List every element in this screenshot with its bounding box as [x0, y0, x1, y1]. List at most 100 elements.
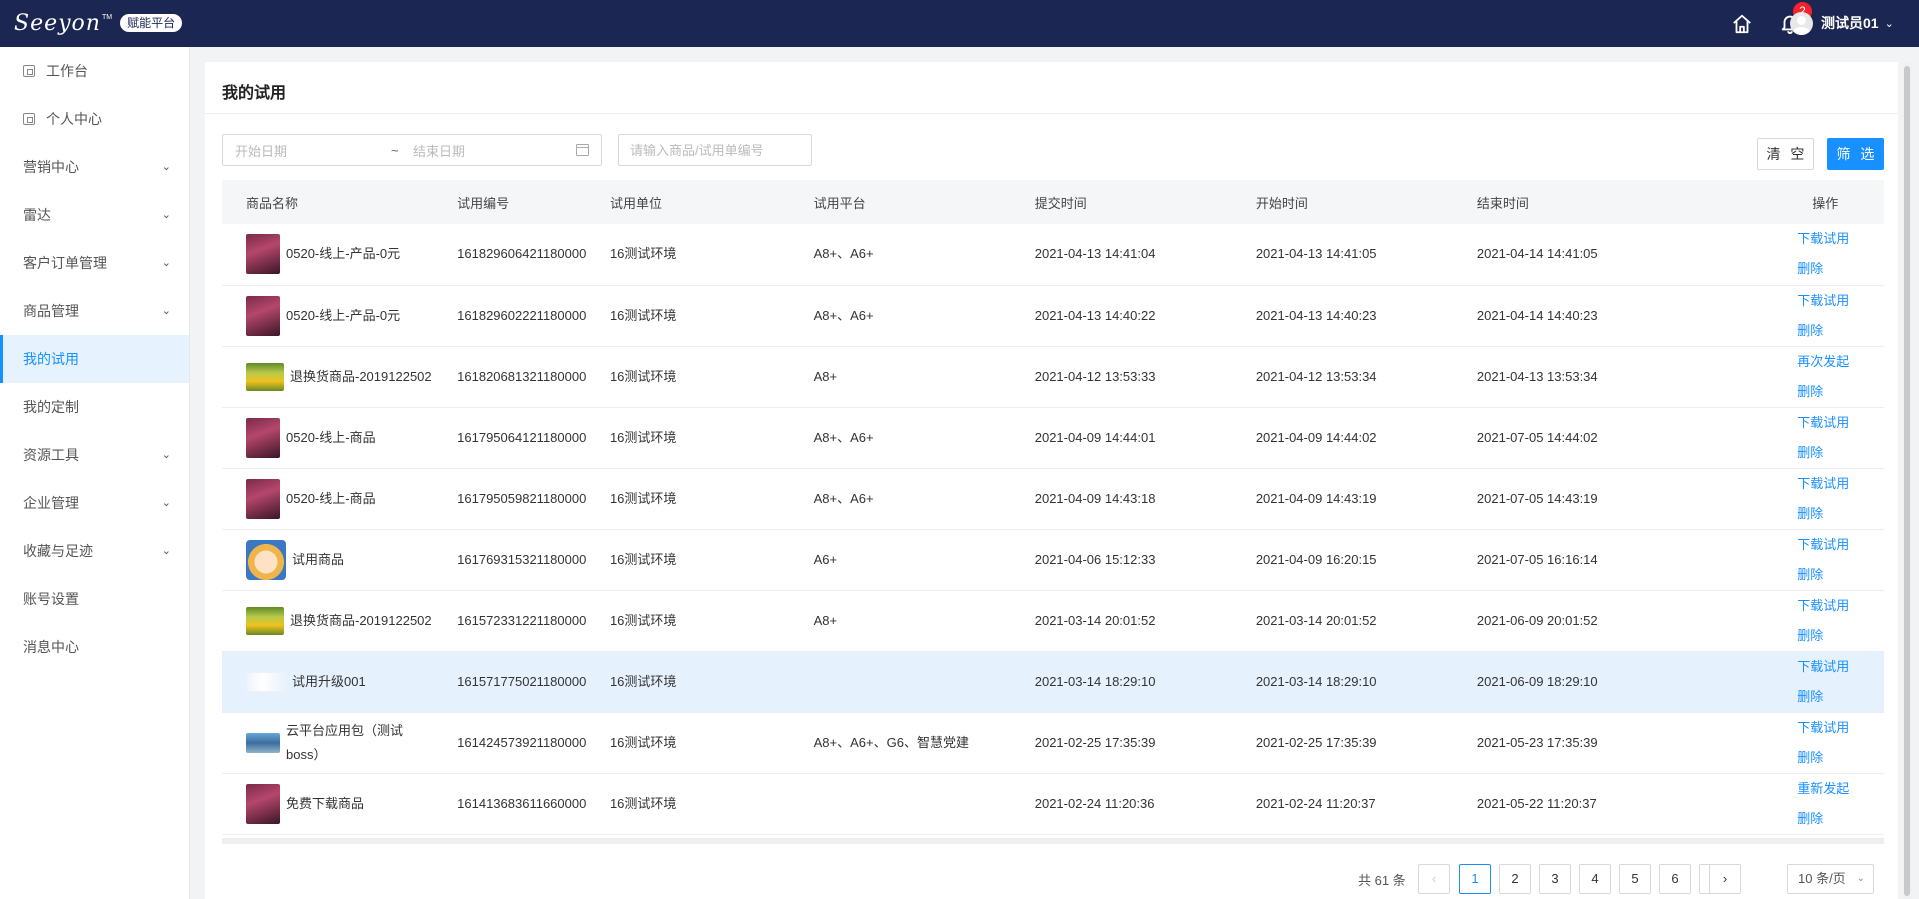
- table-row[interactable]: 0520-线上-产品-0元 161829606421180000 16测试环境 A8+…: [222, 224, 1884, 285]
- table-row[interactable]: 0520-线上-商品 161795064121180000 16测试环境 A8+、A6…: [222, 407, 1884, 468]
- primary-action-link[interactable]: 下载试用: [1797, 652, 1884, 682]
- sidebar-item[interactable]: 我的定制: [0, 383, 189, 431]
- product-cell: 试用升级001: [222, 651, 433, 712]
- sidebar-item[interactable]: 个人中心: [0, 95, 189, 143]
- prev-page-button[interactable]: ‹: [1418, 864, 1450, 894]
- actions-cell: 下载试用 删除: [1788, 712, 1884, 773]
- product-cell: 退换货商品-2019122502: [222, 590, 433, 651]
- page-number-button[interactable]: 6: [1659, 864, 1691, 894]
- brand[interactable]: Seeyon TM 赋能平台: [14, 10, 183, 36]
- product-info: 0520-线上-产品-0元: [246, 295, 433, 336]
- delete-link[interactable]: 删除: [1797, 316, 1884, 346]
- page-number-button[interactable]: 5: [1619, 864, 1651, 894]
- sidebar: 工作台 个人中心 营销中心 ⌄ 雷达 ⌄ 客户订单管理 ⌄ 商品管理 ⌄ 我的试用 我的定制 资源工具 ⌄…: [0, 47, 190, 899]
- primary-action-link[interactable]: 重新发起: [1797, 774, 1884, 804]
- primary-action-link[interactable]: 下载试用: [1797, 469, 1884, 499]
- logo-trademark: TM: [101, 13, 113, 21]
- product-cell: 0520-线上-产品-0元: [222, 224, 433, 285]
- end-time: 2021-07-05 14:43:19: [1476, 490, 1598, 506]
- product-cell: 0520-线上-商品: [222, 468, 433, 529]
- search-input[interactable]: [618, 134, 812, 166]
- table-header: 商品名称 试用编号 试用单位 试用平台 提交时间 开始时间 结束时间 操作: [222, 180, 1884, 224]
- page-number-button[interactable]: 3: [1539, 864, 1571, 894]
- chevron-down-icon: ⌄: [161, 545, 171, 557]
- column-header: 商品名称: [246, 195, 299, 211]
- sidebar-item[interactable]: 收藏与足迹 ⌄: [0, 527, 189, 575]
- table-row[interactable]: 退换货商品-2019122502 161572331221180000 16测试环境…: [222, 590, 1884, 651]
- primary-action-link[interactable]: 下载试用: [1797, 530, 1884, 560]
- start-time: 2021-02-25 17:35:39: [1255, 734, 1377, 750]
- delete-link[interactable]: 删除: [1797, 743, 1884, 773]
- scrollbar-thumb[interactable]: [1904, 66, 1910, 896]
- submit-time: 2021-04-13 14:40:22: [1034, 307, 1156, 323]
- trial-platform: A8+、A6+: [813, 429, 874, 445]
- submit-time: 2021-04-09 14:44:01: [1034, 429, 1156, 445]
- table-scroll-track[interactable]: [222, 838, 1884, 844]
- table-row[interactable]: 试用商品 161769315321180000 16测试环境 A6+ 2021-04-0…: [222, 529, 1884, 590]
- product-name: 0520-线上-产品-0元: [286, 246, 401, 262]
- table-row[interactable]: 试用升级001 161571775021180000 16测试环境 2021-03-1…: [222, 651, 1884, 712]
- chevron-down-icon: ⌄: [1884, 17, 1894, 30]
- home-icon[interactable]: [1731, 13, 1753, 35]
- delete-link[interactable]: 删除: [1797, 804, 1884, 834]
- table-row[interactable]: 免费下载商品 161413683611660000 16测试环境 2021-02-24…: [222, 773, 1884, 834]
- trial-id: 161413683611660000: [457, 795, 587, 811]
- next-page-button[interactable]: ›: [1709, 864, 1741, 894]
- calendar-icon: [576, 144, 589, 156]
- delete-link[interactable]: 删除: [1797, 499, 1884, 529]
- table-row[interactable]: 0520-线上-产品-0元 161829602221180000 16测试环境 A8+…: [222, 285, 1884, 346]
- primary-action-link[interactable]: 下载试用: [1797, 591, 1884, 621]
- sidebar-item[interactable]: 工作台: [0, 47, 189, 95]
- product-info: 0520-线上-商品: [246, 478, 433, 519]
- sidebar-item[interactable]: 我的试用: [0, 335, 189, 383]
- table-row[interactable]: 云平台应用包（测试boss） 161424573921180000 16测试环境 A8…: [222, 712, 1884, 773]
- product-name: 试用升级001: [292, 673, 366, 689]
- product-name: 0520-线上-产品-0元: [286, 307, 401, 323]
- column-header: 操作: [1812, 195, 1839, 211]
- clear-button[interactable]: 清 空: [1757, 138, 1814, 170]
- sidebar-item[interactable]: 营销中心 ⌄: [0, 143, 189, 191]
- product-info: 试用商品: [246, 539, 433, 580]
- sidebar-item-label: 商品管理: [23, 303, 79, 319]
- sidebar-item[interactable]: 消息中心: [0, 623, 189, 671]
- trial-unit: 16测试环境: [609, 612, 677, 628]
- sidebar-item[interactable]: 账号设置: [0, 575, 189, 623]
- sidebar-item[interactable]: 雷达 ⌄: [0, 191, 189, 239]
- delete-link[interactable]: 删除: [1797, 254, 1884, 284]
- delete-link[interactable]: 删除: [1797, 377, 1884, 407]
- delete-link[interactable]: 删除: [1797, 621, 1884, 651]
- delete-link[interactable]: 删除: [1797, 560, 1884, 590]
- start-time: 2021-02-24 11:20:37: [1255, 795, 1376, 811]
- product-info: 试用升级001: [246, 670, 433, 694]
- sidebar-item[interactable]: 资源工具 ⌄: [0, 431, 189, 479]
- primary-action-link[interactable]: 下载试用: [1797, 713, 1884, 743]
- chevron-down-icon: ⌄: [161, 209, 171, 221]
- page-number-button[interactable]: 1: [1459, 864, 1491, 894]
- delete-link[interactable]: 删除: [1797, 438, 1884, 468]
- trial-unit: 16测试环境: [609, 490, 677, 506]
- primary-action-link[interactable]: 下载试用: [1797, 408, 1884, 438]
- page-size-select[interactable]: 10 条/页 ⌄: [1787, 864, 1874, 894]
- filter-button[interactable]: 筛 选: [1827, 138, 1884, 170]
- trial-id: 161572331221180000: [457, 612, 587, 628]
- sidebar-item[interactable]: 客户订单管理 ⌄: [0, 239, 189, 287]
- product-cell: 退换货商品-2019122502: [222, 346, 433, 407]
- submit-time: 2021-02-24 11:20:36: [1034, 795, 1155, 811]
- product-thumbnail: [246, 417, 280, 458]
- page-scrollbar[interactable]: [1902, 62, 1912, 899]
- user-menu[interactable]: 测试员01 ⌄: [1790, 11, 1910, 35]
- sidebar-item-label: 营销中心: [23, 159, 79, 175]
- primary-action-link[interactable]: 下载试用: [1797, 224, 1884, 254]
- date-range-picker[interactable]: 开始日期 ~ 结束日期: [222, 134, 602, 166]
- page-number-button[interactable]: 2: [1499, 864, 1531, 894]
- primary-action-link[interactable]: 再次发起: [1797, 347, 1884, 377]
- product-cell: 免费下载商品: [222, 773, 433, 834]
- trial-id: 161795059821180000: [457, 490, 587, 506]
- primary-action-link[interactable]: 下载试用: [1797, 286, 1884, 316]
- table-row[interactable]: 退换货商品-2019122502 161820681321180000 16测试环境…: [222, 346, 1884, 407]
- table-row[interactable]: 0520-线上-商品 161795059821180000 16测试环境 A8+、A6…: [222, 468, 1884, 529]
- delete-link[interactable]: 删除: [1797, 682, 1884, 712]
- page-number-button[interactable]: 4: [1579, 864, 1611, 894]
- sidebar-item[interactable]: 企业管理 ⌄: [0, 479, 189, 527]
- sidebar-item[interactable]: 商品管理 ⌄: [0, 287, 189, 335]
